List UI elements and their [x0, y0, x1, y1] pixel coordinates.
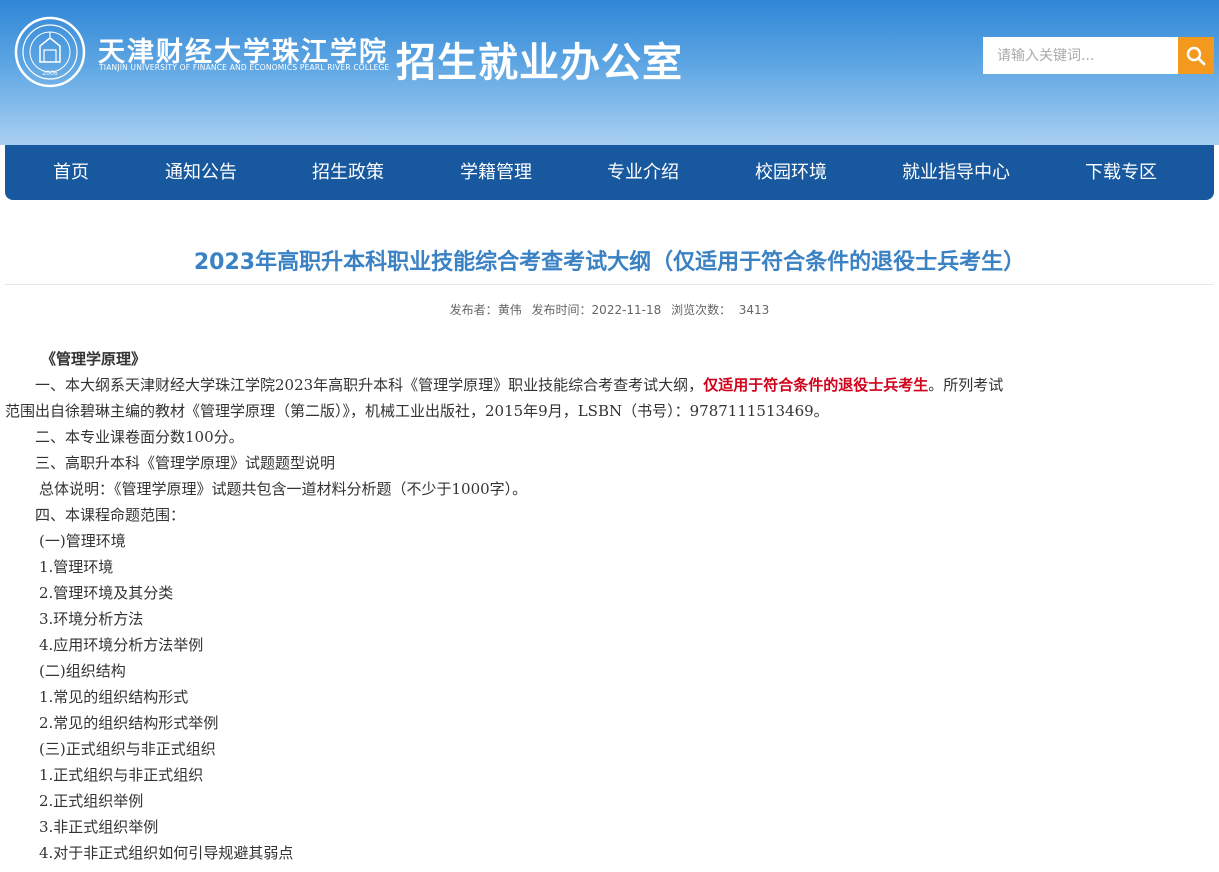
outline-item: 2.管理环境及其分类 [39, 584, 174, 602]
paragraph-1-tail: 。所列考试 [928, 376, 1004, 394]
outline-item: 1.正式组织与非正式组织 [39, 766, 204, 784]
outline-item: 4.应用环境分析方法举例 [39, 636, 204, 654]
outline-item: (三)正式组织与非正式组织 [39, 740, 216, 758]
paragraph-4: 总体说明：《管理学原理》试题共包含一道材料分析题（不少于1000字）。 [39, 480, 528, 498]
main-nav: 首页 通知公告 招生政策 学籍管理 专业介绍 校园环境 就业指导中心 下载专区 [5, 145, 1214, 200]
publisher: 发布者：黄伟 [450, 303, 522, 317]
title-divider [5, 284, 1214, 285]
paragraph-1: 一、本大纲系天津财经大学珠江学院2023年高职升本科《管理学原理》职业技能综合考… [5, 372, 1210, 398]
paragraph-5: 四、本课程命题范围： [35, 506, 186, 524]
school-name-en: TIANJIN UNIVERSITY OF FINANCE AND ECONOM… [99, 63, 390, 72]
view-count-label: 浏览次数： [671, 303, 732, 317]
outline-item: (二)组织结构 [39, 662, 126, 680]
site-header: 2006 天津财经大学珠江学院 TIANJIN UNIVERSITY OF FI… [0, 0, 1219, 145]
article-title: 2023年高职升本科职业技能综合考查考试大纲（仅适用于符合条件的退役士兵考生） [193, 250, 1026, 275]
nav-item-admission-policy[interactable]: 招生政策 [312, 145, 384, 200]
view-count: 浏览次数： 3413 [671, 303, 769, 317]
nav-item-career-center[interactable]: 就业指导中心 [902, 145, 1010, 200]
search-icon [1186, 46, 1206, 65]
outline-item: 2.正式组织举例 [39, 792, 144, 810]
search-button[interactable] [1178, 37, 1214, 74]
paragraph-2: 二、本专业课卷面分数100分。 [35, 428, 244, 446]
office-title: 招生就业办公室 [396, 40, 683, 86]
article-body: 《管理学原理》 一、本大纲系天津财经大学珠江学院2023年高职升本科《管理学原理… [5, 346, 1210, 866]
paragraph-1-continued: 范围出自徐碧琳主编的教材《管理学原理（第二版）》，机械工业出版社，2015年9月… [5, 402, 829, 420]
publisher-label: 发布者： [449, 303, 498, 317]
nav-item-home[interactable]: 首页 [53, 145, 89, 200]
nav-item-student-status[interactable]: 学籍管理 [460, 145, 532, 200]
article-meta: 发布者：黄伟 发布时间：2022-11-18 浏览次数： 3413 [0, 301, 1219, 318]
logo-year: 2006 [42, 70, 57, 77]
search-input[interactable] [983, 37, 1178, 74]
outline-item: 3.非正式组织举例 [39, 818, 159, 836]
outline-item: 1.常见的组织结构形式 [39, 688, 189, 706]
outline-item: 3.环境分析方法 [39, 610, 144, 628]
outline-item: 1.管理环境 [39, 558, 114, 576]
nav-item-campus[interactable]: 校园环境 [755, 145, 827, 200]
paragraph-3: 三、高职升本科《管理学原理》试题题型说明 [35, 454, 336, 472]
subject-heading: 《管理学原理》 [41, 350, 147, 368]
outline-item: 2.常见的组织结构形式举例 [39, 714, 219, 732]
view-count-value: 3413 [738, 303, 770, 317]
publisher-value: 黄伟 [497, 303, 522, 317]
publish-time-label: 发布时间： [531, 303, 592, 317]
outline-item: (一)管理环境 [39, 532, 126, 550]
nav-item-notices[interactable]: 通知公告 [165, 145, 237, 200]
paragraph-1-text: 一、本大纲系天津财经大学珠江学院2023年高职升本科《管理学原理》职业技能综合考… [35, 376, 704, 394]
school-logo-icon[interactable]: 2006 [14, 16, 86, 88]
outline-item: 4.对于非正式组织如何引导规避其弱点 [39, 844, 294, 862]
nav-item-majors[interactable]: 专业介绍 [607, 145, 679, 200]
publish-time: 发布时间：2022-11-18 [532, 303, 662, 317]
paragraph-1-highlight: 仅适用于符合条件的退役士兵考生 [703, 376, 929, 394]
nav-item-downloads[interactable]: 下载专区 [1085, 145, 1157, 200]
publish-time-value: 2022-11-18 [591, 303, 662, 317]
